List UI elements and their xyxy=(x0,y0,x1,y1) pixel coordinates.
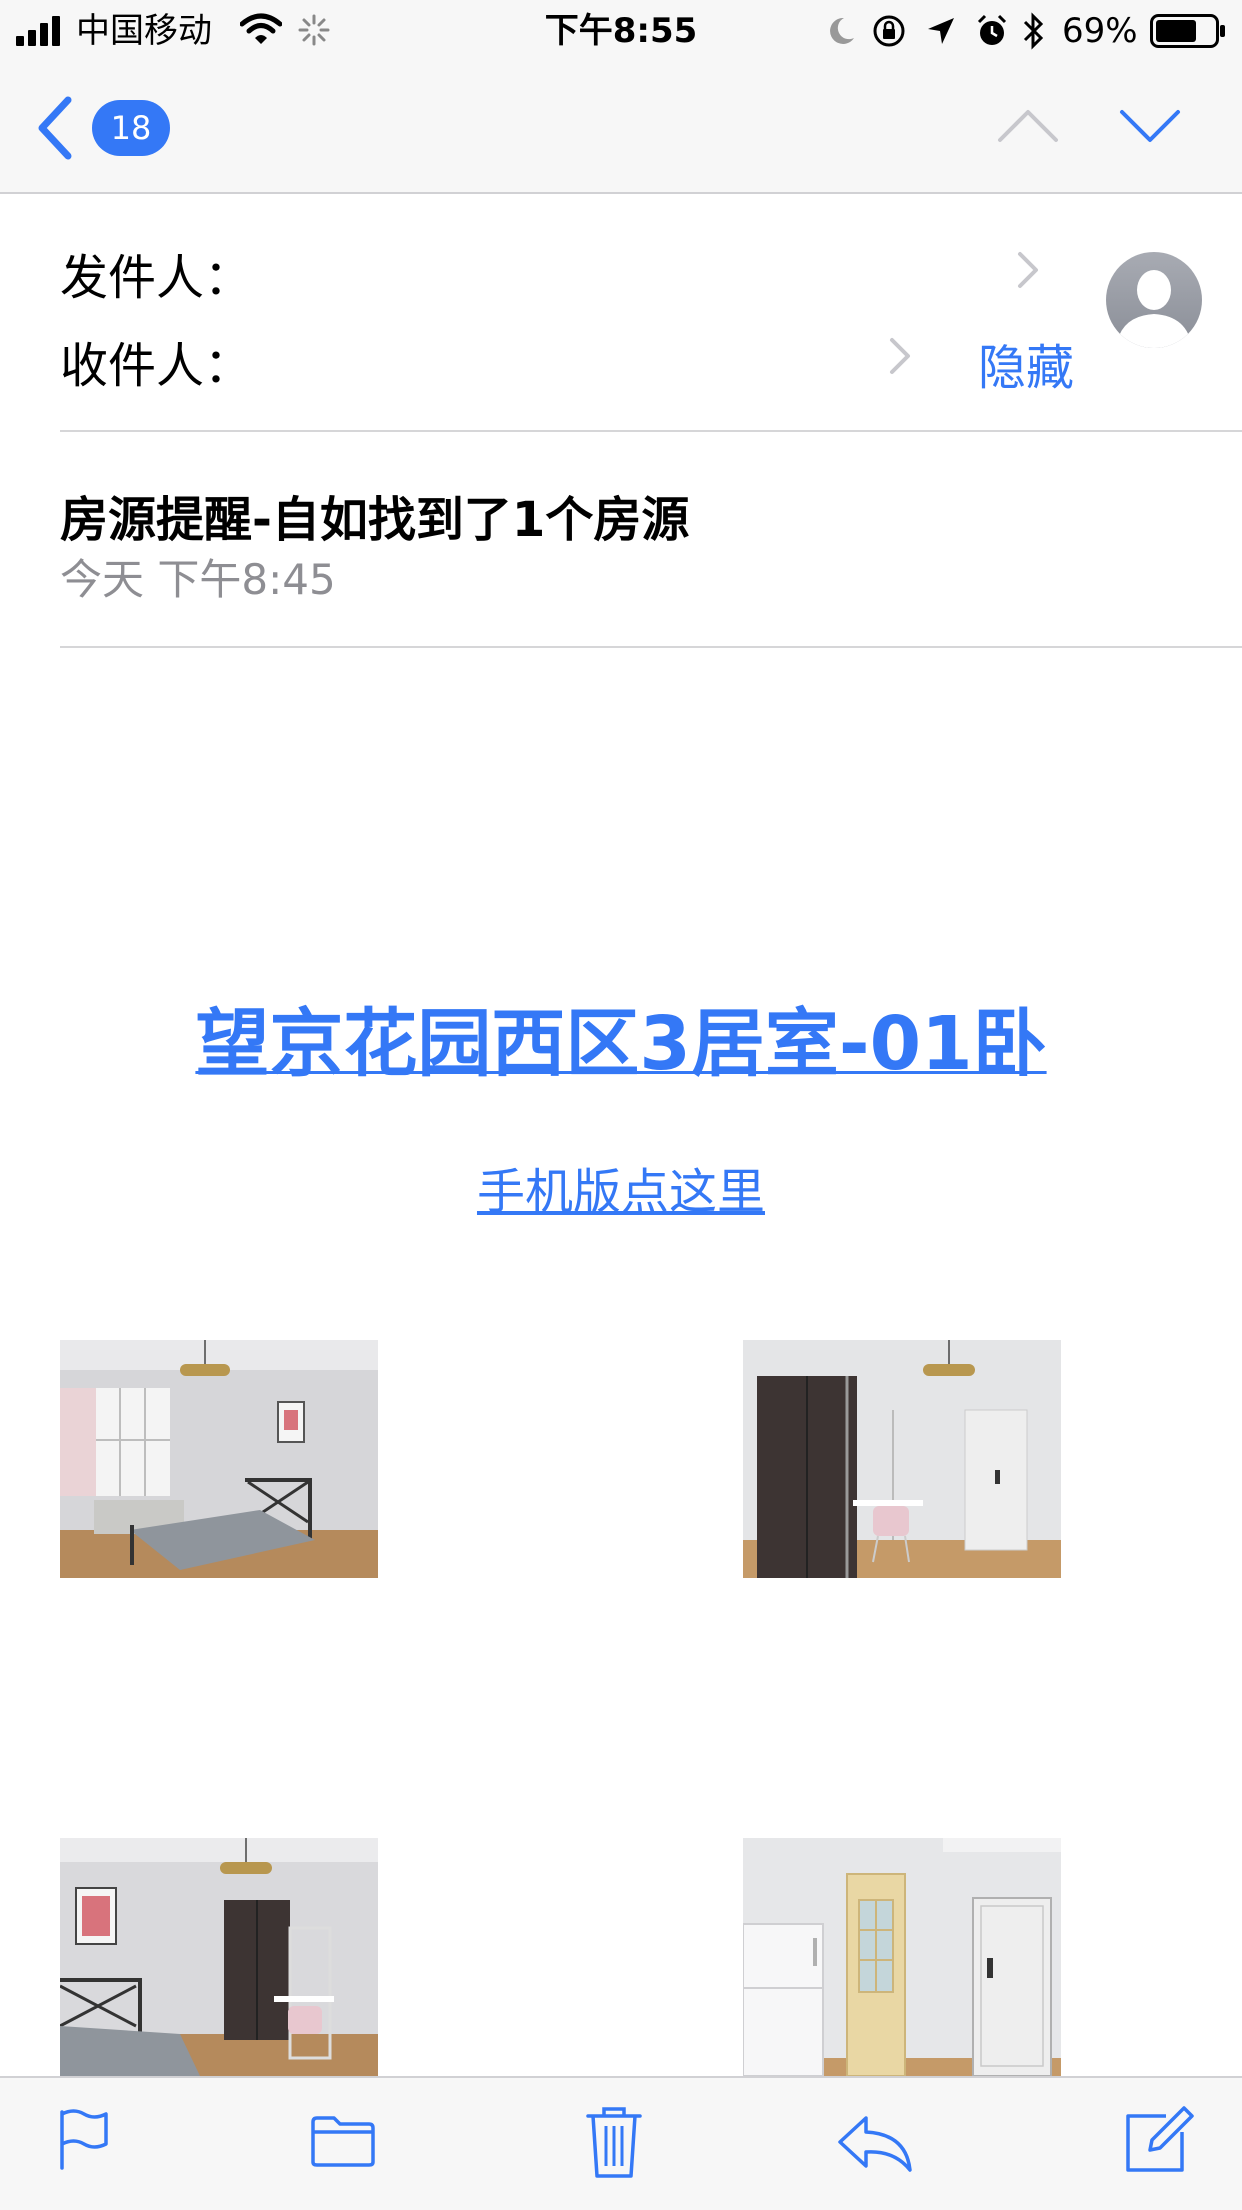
from-chevron-right-icon[interactable] xyxy=(1016,250,1040,290)
battery-percent: 69% xyxy=(1062,11,1138,51)
listing-title-link[interactable]: 望京花园西区3居室-01卧 xyxy=(0,984,1242,1091)
from-label: 发件人： xyxy=(60,250,253,306)
bluetooth-icon xyxy=(1023,12,1044,50)
reply-icon[interactable] xyxy=(836,2114,914,2174)
subject-divider xyxy=(60,646,1242,648)
compose-icon[interactable] xyxy=(1122,2104,1194,2176)
header-divider xyxy=(60,430,1242,432)
unread-count-badge[interactable]: 18 xyxy=(92,100,170,156)
listing-photo-4[interactable] xyxy=(743,1838,1061,2076)
previous-message-chevron-up-icon[interactable] xyxy=(996,106,1060,146)
rotation-lock-icon xyxy=(873,15,905,47)
navigation-bar: 18 xyxy=(0,62,1242,194)
to-label: 收件人： xyxy=(60,338,253,394)
listing-photo-1[interactable] xyxy=(60,1340,378,1578)
message-subject: 房源提醒-自如找到了1个房源 xyxy=(60,492,690,548)
status-time: 下午8:55 xyxy=(544,11,698,51)
listing-photo-3[interactable] xyxy=(60,1838,378,2076)
next-message-chevron-down-icon[interactable] xyxy=(1118,106,1182,146)
sender-avatar-icon[interactable] xyxy=(1106,252,1202,348)
folder-icon[interactable] xyxy=(310,2114,376,2168)
mobile-version-link[interactable]: 手机版点这里 xyxy=(0,1152,1242,1222)
alarm-clock-icon xyxy=(977,14,1007,45)
battery-icon xyxy=(1150,14,1225,48)
hide-details-button[interactable]: 隐藏 xyxy=(978,328,1074,398)
bottom-toolbar xyxy=(0,2076,1242,2210)
status-bar: 中国移动 下午8:55 69% xyxy=(0,0,1242,62)
back-chevron-icon[interactable] xyxy=(36,96,76,160)
message-date: 今天 下午8:45 xyxy=(60,555,336,604)
listing-photo-2[interactable] xyxy=(743,1340,1061,1578)
do-not-disturb-moon-icon xyxy=(830,17,854,44)
flag-icon[interactable] xyxy=(56,2108,112,2172)
trash-icon[interactable] xyxy=(584,2104,644,2180)
to-chevron-right-icon[interactable] xyxy=(888,336,912,376)
location-arrow-icon xyxy=(928,18,954,44)
